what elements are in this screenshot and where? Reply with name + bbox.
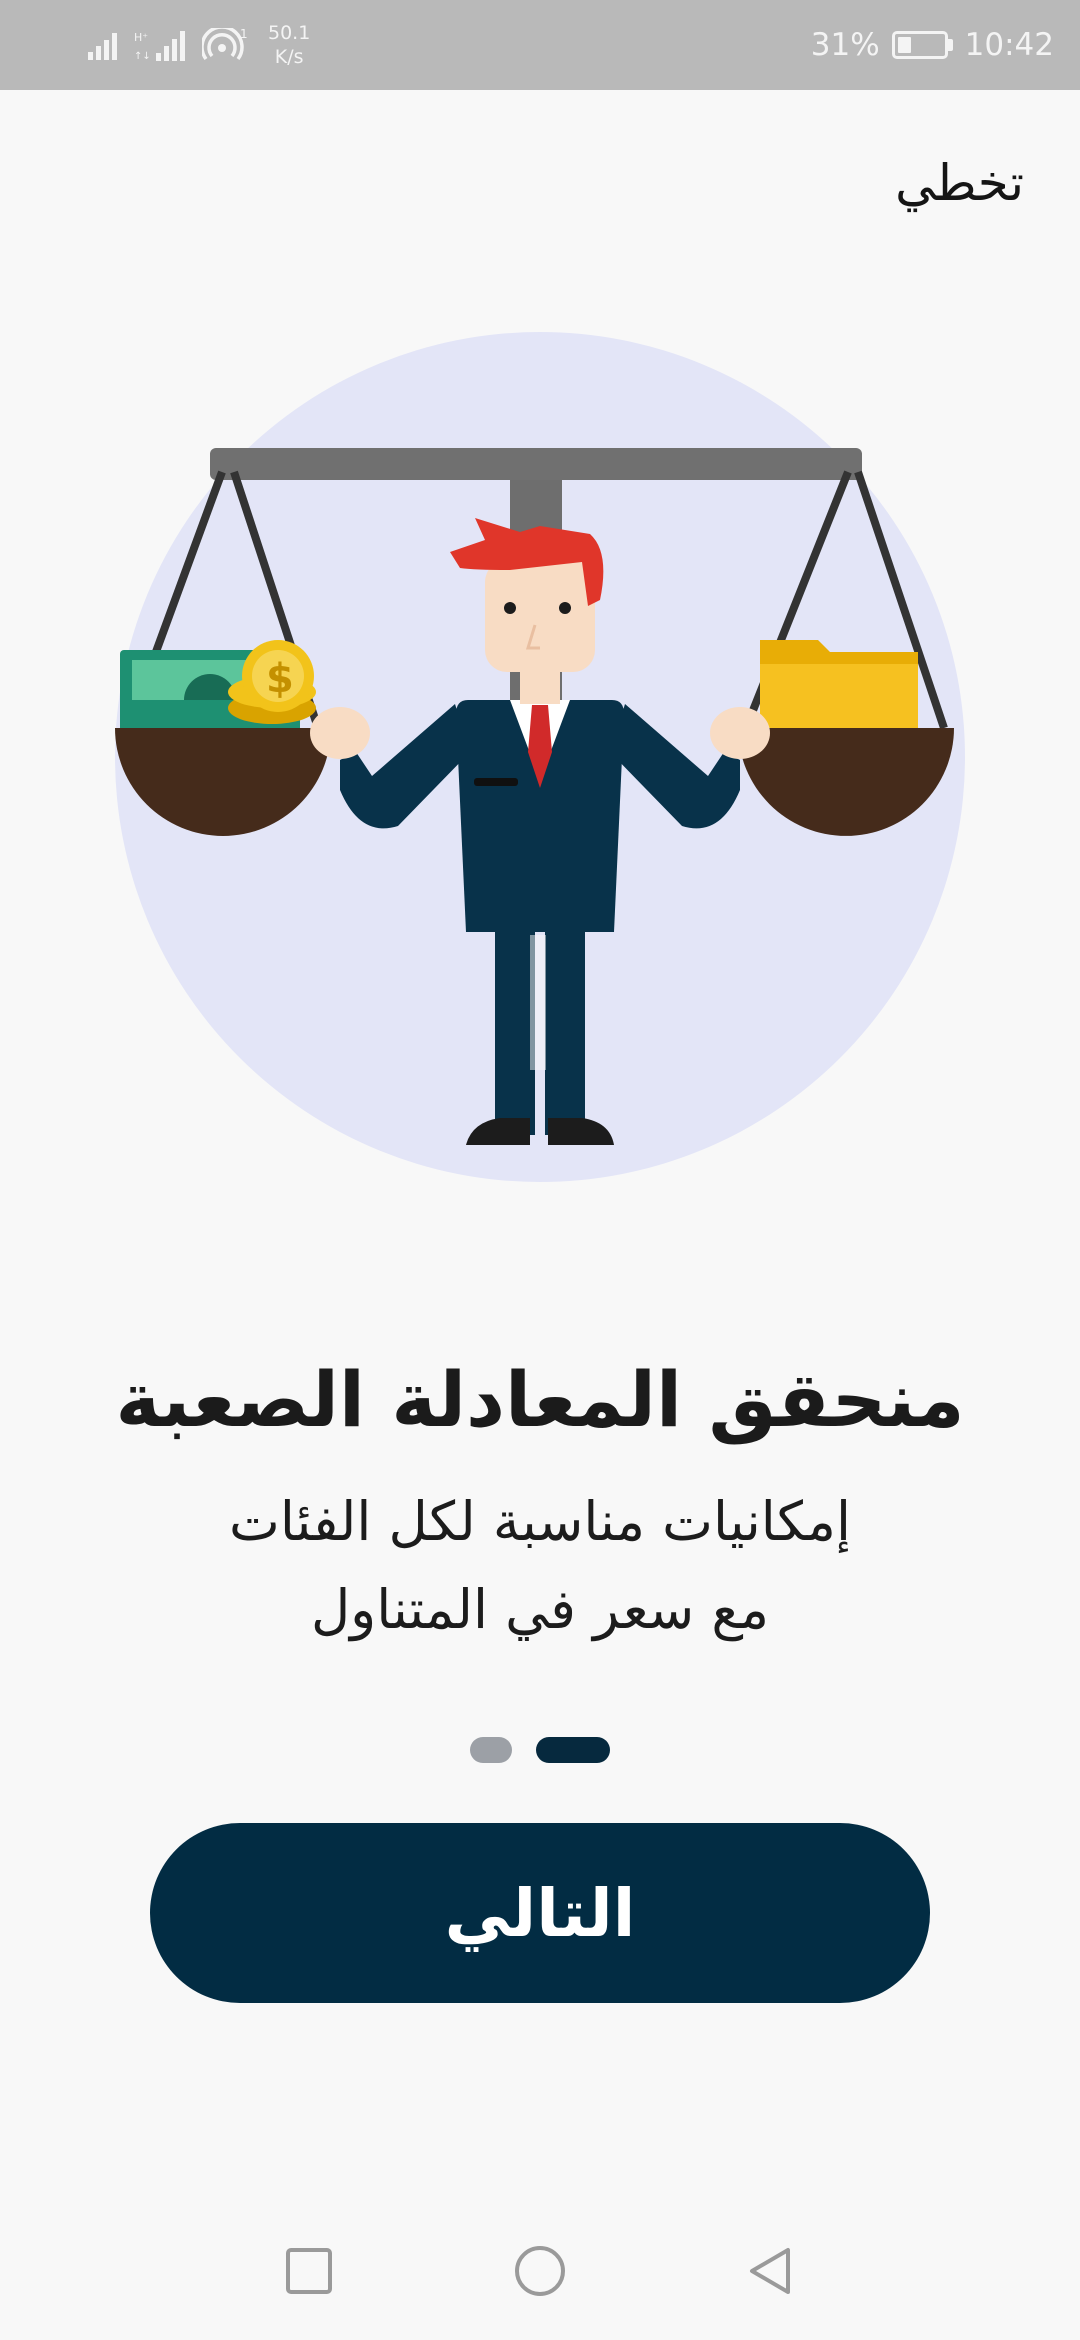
svg-text:↑↓: ↑↓ bbox=[134, 51, 151, 61]
svg-text:H⁺: H⁺ bbox=[134, 31, 148, 44]
next-button-label: التالي bbox=[444, 1874, 636, 1952]
slide-subtitle-line-1: إمكانيات مناسبة لكل الفئات bbox=[228, 1490, 851, 1553]
status-time: 10:42 bbox=[964, 27, 1054, 63]
status-right-group: 31% 10:42 bbox=[811, 22, 1054, 68]
status-left-group: H⁺ ↑↓ 1 50.1 K/s bbox=[88, 22, 310, 68]
battery-fill bbox=[897, 37, 912, 53]
slide-subtitle: إمكانيات مناسبة لكل الفئات مع سعر في الم… bbox=[0, 1478, 1080, 1654]
page-indicator-dot-1[interactable] bbox=[470, 1737, 512, 1763]
network-speed-unit: K/s bbox=[274, 46, 304, 68]
circle-icon[interactable] bbox=[513, 2244, 567, 2298]
skip-button[interactable]: تخطي bbox=[895, 150, 1024, 216]
square-icon[interactable] bbox=[282, 2244, 336, 2298]
onboarding-screen: H⁺ ↑↓ 1 50.1 K/s 31% 10:42 تخطي $ منحقق … bbox=[0, 0, 1080, 2340]
signal-icon bbox=[88, 33, 117, 60]
battery-percent: 31% bbox=[810, 27, 880, 63]
hotspot-count: 1 bbox=[240, 28, 248, 41]
triangle-back-icon[interactable] bbox=[744, 2244, 798, 2298]
network-speed-value: 50.1 bbox=[268, 22, 311, 44]
page-indicator-dot-2-active[interactable] bbox=[536, 1737, 610, 1763]
hotspot-icon: 1 bbox=[202, 28, 248, 61]
slide-title: منحقق المعادلة الصعبة bbox=[115, 1355, 965, 1444]
network-speed: 50.1 K/s bbox=[268, 21, 310, 69]
signal-hplus-icon: H⁺ ↑↓ bbox=[134, 31, 185, 61]
page-indicator bbox=[470, 1737, 610, 1763]
money-stack: $ bbox=[120, 640, 316, 732]
folder bbox=[760, 640, 918, 735]
navigation-bar bbox=[0, 2200, 1080, 2340]
status-bar: H⁺ ↑↓ 1 50.1 K/s 31% 10:42 bbox=[0, 0, 1080, 90]
battery-icon bbox=[891, 31, 953, 59]
next-button[interactable]: التالي bbox=[150, 1823, 930, 2003]
slide-subtitle-line-2: مع سعر في المتناول bbox=[310, 1578, 770, 1641]
balance-scale-illustration: $ bbox=[115, 332, 965, 1182]
svg-text:$: $ bbox=[266, 656, 294, 702]
